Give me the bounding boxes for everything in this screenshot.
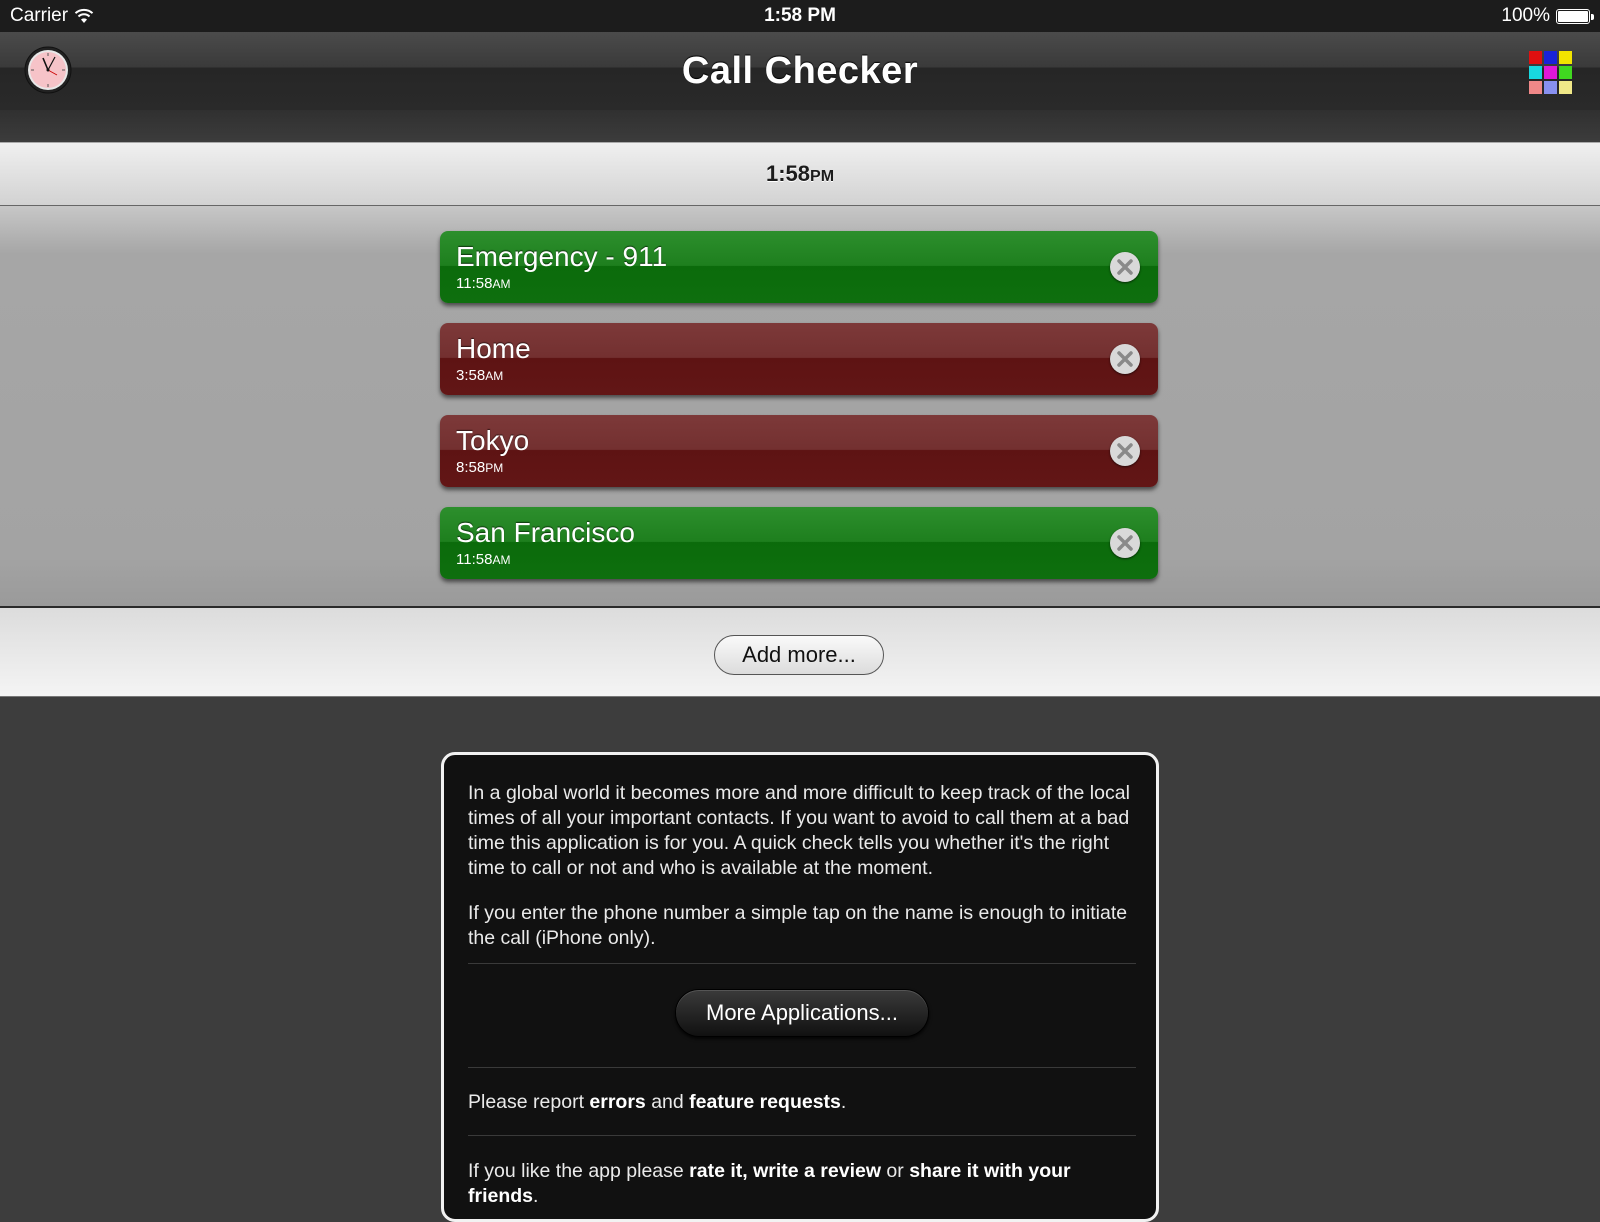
- feature-requests-link[interactable]: feature requests: [689, 1091, 841, 1113]
- contact-row-tokyo[interactable]: Tokyo 8:58PM: [440, 415, 1158, 487]
- more-applications-button[interactable]: More Applications...: [675, 989, 929, 1037]
- current-time: 1:58: [765, 161, 811, 186]
- carrier-label: Carrier: [10, 5, 69, 26]
- contact-name: San Francisco: [456, 517, 635, 548]
- close-icon: [1117, 535, 1133, 551]
- delete-contact-button[interactable]: [1110, 436, 1140, 466]
- app-grid-icon: [1529, 51, 1572, 94]
- contact-local-time: 8:58PM: [456, 459, 504, 476]
- contact-local-time: 11:58AM: [456, 275, 511, 292]
- delete-contact-button[interactable]: [1110, 344, 1140, 374]
- app-grid-button[interactable]: [1528, 50, 1574, 96]
- contact-local-time: 11:58AM: [456, 551, 511, 568]
- page-title: Call Checker: [681, 50, 919, 92]
- divider: [468, 1135, 1136, 1136]
- status-time: 1:58 PM: [764, 5, 836, 26]
- contact-local-time: 3:58AM: [456, 367, 504, 384]
- divider: [468, 963, 1136, 964]
- clock-button[interactable]: [24, 46, 72, 94]
- contact-name: Tokyo: [456, 425, 530, 456]
- delete-contact-button[interactable]: [1110, 252, 1140, 282]
- nav-bar: Call Checker: [0, 32, 1600, 111]
- contact-name: Emergency - 911: [456, 241, 668, 272]
- contact-name: Home: [456, 333, 531, 364]
- battery-percent: 100%: [1501, 5, 1550, 26]
- wifi-icon: [74, 8, 94, 23]
- contact-row-san-francisco[interactable]: San Francisco 11:58AM: [440, 507, 1158, 579]
- status-bar: Carrier 1:58 PM 100%: [0, 0, 1600, 32]
- errors-link[interactable]: errors: [589, 1091, 645, 1113]
- divider: [468, 1067, 1136, 1068]
- close-icon: [1117, 443, 1133, 459]
- header-spacer: [0, 110, 1600, 142]
- contacts-list: Emergency - 911 11:58AM Home 3:58AM Toky…: [0, 206, 1600, 608]
- close-icon: [1117, 259, 1133, 275]
- battery-info: 100%: [1501, 5, 1594, 27]
- clock-icon: [24, 46, 72, 94]
- add-more-button[interactable]: Add more...: [714, 635, 884, 675]
- current-time-bar: 1:58PM: [0, 142, 1600, 207]
- close-icon: [1117, 351, 1133, 367]
- info-phone-note: If you enter the phone number a simple t…: [468, 902, 1128, 949]
- carrier-info: Carrier: [10, 5, 94, 27]
- info-description: In a global world it becomes more and mo…: [468, 782, 1130, 879]
- info-panel: In a global world it becomes more and mo…: [441, 752, 1159, 1222]
- contact-row-emergency[interactable]: Emergency - 911 11:58AM: [440, 231, 1158, 303]
- rate-review-link[interactable]: rate it, write a review: [689, 1160, 881, 1182]
- current-time-ampm: PM: [810, 168, 835, 185]
- battery-icon: [1556, 8, 1594, 24]
- report-text: Please report errors and feature request…: [468, 1091, 847, 1113]
- delete-contact-button[interactable]: [1110, 528, 1140, 558]
- rate-text: If you like the app please rate it, writ…: [468, 1160, 1071, 1207]
- contact-row-home[interactable]: Home 3:58AM: [440, 323, 1158, 395]
- add-more-band: Add more...: [0, 608, 1600, 697]
